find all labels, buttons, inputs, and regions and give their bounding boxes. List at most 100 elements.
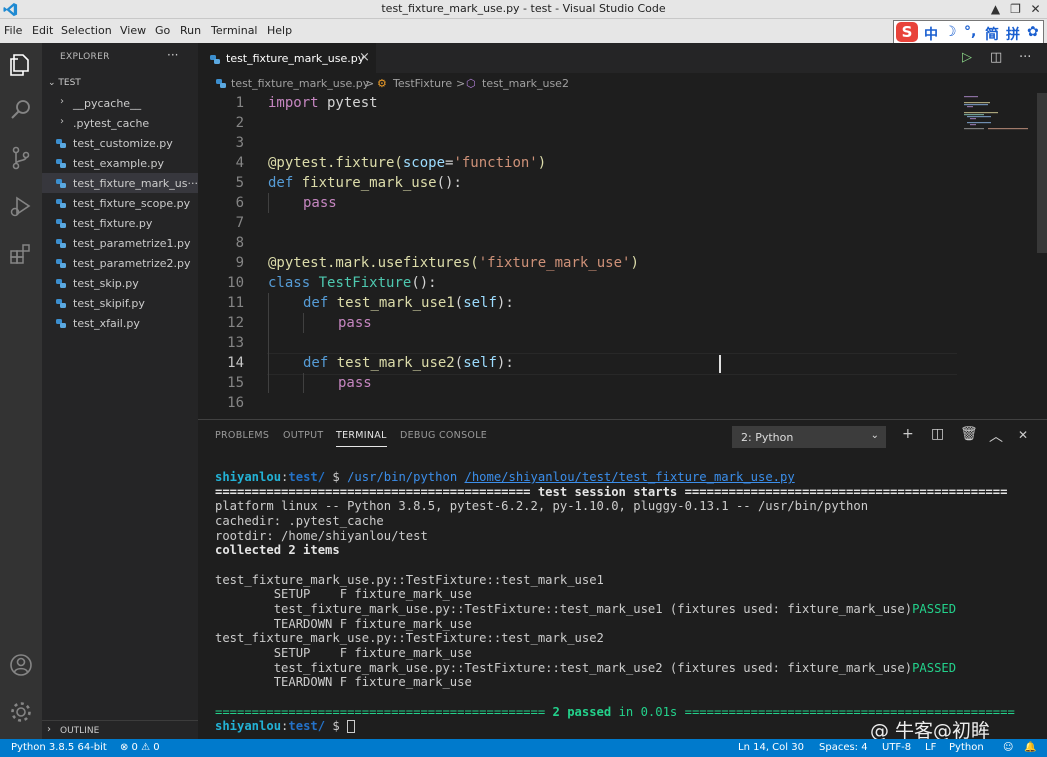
- ime-settings-icon[interactable]: ✿: [1027, 24, 1039, 40]
- menu-go[interactable]: Go: [155, 24, 170, 37]
- menu-terminal[interactable]: Terminal: [211, 24, 258, 37]
- close-window-icon[interactable]: ✕: [1027, 1, 1044, 18]
- terminal-select[interactable]: 2: Python ⌄: [732, 426, 886, 448]
- test-result-text: test_fixture_mark_use.py::TestFixture::t…: [215, 601, 913, 616]
- split-terminal-icon[interactable]: ◫: [931, 426, 944, 442]
- tree-file[interactable]: test_skip.py: [42, 273, 198, 293]
- split-editor-icon[interactable]: ◫: [990, 50, 1002, 65]
- breadcrumb-separator: >: [365, 77, 375, 90]
- encoding[interactable]: UTF-8: [882, 742, 911, 753]
- tree-file[interactable]: test_skipif.py: [42, 293, 198, 313]
- indent-guide: [303, 313, 304, 333]
- code-editor[interactable]: 1 2 3 4 5 6 7 8 9 10 11 12 13 14 15 16 i…: [198, 93, 1047, 419]
- sogou-logo-icon[interactable]: S: [896, 22, 918, 42]
- menu-selection[interactable]: Selection: [61, 24, 112, 37]
- breadcrumb-file[interactable]: test_fixture_mark_use.py: [231, 77, 369, 90]
- tree-file[interactable]: test_fixture.py: [42, 213, 198, 233]
- terminal-cursor: [347, 720, 356, 734]
- tab-debug-console[interactable]: DEBUG CONSOLE: [400, 430, 487, 441]
- ime-simplified[interactable]: 简: [985, 24, 999, 44]
- trash-icon[interactable]: 🗑: [960, 426, 978, 442]
- punctuation-icon[interactable]: °,: [964, 24, 976, 40]
- code-line: def test_mark_use1(self):: [303, 293, 514, 313]
- activity-bar: [0, 43, 42, 739]
- indent-guide: [268, 193, 269, 213]
- run-file-icon[interactable]: ▷: [962, 50, 972, 65]
- summary-time: in 0.01s: [611, 704, 685, 719]
- gear-icon[interactable]: [8, 699, 34, 725]
- language-mode[interactable]: Python: [949, 742, 984, 753]
- bell-icon[interactable]: 🔔: [1024, 742, 1036, 753]
- minimize-icon[interactable]: ▲: [987, 1, 1004, 18]
- tree-file[interactable]: test_parametrize1.py: [42, 233, 198, 253]
- search-icon[interactable]: [8, 97, 34, 123]
- indent-guide: [303, 373, 304, 393]
- menu-edit[interactable]: Edit: [32, 24, 53, 37]
- run-debug-icon[interactable]: [8, 193, 34, 219]
- close-panel-icon[interactable]: ✕: [1018, 428, 1028, 442]
- more-actions-icon[interactable]: ···: [167, 48, 178, 62]
- breadcrumb: test_fixture_mark_use.py > ⚙ TestFixture…: [198, 73, 1047, 93]
- minimap[interactable]: [960, 93, 1038, 153]
- code-token: ): [630, 255, 639, 271]
- terminal-line: test_fixture_mark_use.py::TestFixture::t…: [215, 602, 1045, 617]
- source-control-icon[interactable]: [8, 145, 34, 171]
- accounts-icon[interactable]: [8, 652, 34, 678]
- prompt-path: test/: [288, 719, 326, 734]
- outline-section[interactable]: › OUTLINE: [42, 720, 198, 739]
- tree-file[interactable]: test_example.py: [42, 153, 198, 173]
- menu-run[interactable]: Run: [180, 24, 201, 37]
- editor-scrollbar[interactable]: [1037, 93, 1047, 253]
- tab-terminal[interactable]: TERMINAL: [336, 430, 387, 447]
- end-of-line[interactable]: LF: [925, 742, 936, 753]
- problems-count[interactable]: ⊗ 0 ⚠ 0: [120, 742, 160, 753]
- file-label: test_parametrize1.py: [73, 237, 191, 250]
- breadcrumb-method[interactable]: test_mark_use2: [482, 77, 569, 90]
- code-token: self: [463, 355, 497, 371]
- tab-output[interactable]: OUTPUT: [283, 430, 324, 441]
- line-number: 2: [235, 115, 244, 131]
- prompt-dollar: $: [325, 719, 348, 734]
- terminal-line: test_fixture_mark_use.py::TestFixture::t…: [215, 661, 1045, 676]
- python-file-icon: [56, 179, 66, 188]
- menu-help[interactable]: Help: [267, 24, 292, 37]
- more-actions-icon[interactable]: ···: [1019, 50, 1031, 65]
- ime-pinyin[interactable]: 拼: [1006, 24, 1020, 44]
- tree-file-selected[interactable]: test_fixture_mark_us···: [42, 173, 198, 193]
- terminal-output[interactable]: shiyanlou:test/ $ /usr/bin/python /home/…: [215, 470, 1045, 734]
- extensions-icon[interactable]: [8, 241, 34, 267]
- tree-file[interactable]: test_fixture_scope.py: [42, 193, 198, 213]
- explorer-icon[interactable]: [8, 51, 34, 77]
- ime-chinese-mode[interactable]: 中: [924, 24, 938, 44]
- indentation[interactable]: Spaces: 4: [819, 742, 868, 753]
- maximize-panel-icon[interactable]: ︿: [989, 426, 1003, 446]
- tree-folder-pycache[interactable]: › __pycache__: [42, 93, 198, 113]
- tab-problems[interactable]: PROBLEMS: [215, 430, 269, 441]
- feedback-icon[interactable]: ☺: [1003, 742, 1013, 753]
- command-file-link[interactable]: /home/shiyanlou/test/test_fixture_mark_u…: [465, 470, 795, 484]
- workspace-root[interactable]: ⌄ TEST: [48, 78, 81, 88]
- python-interpreter[interactable]: Python 3.8.5 64-bit: [11, 742, 107, 753]
- tree-file[interactable]: test_parametrize2.py: [42, 253, 198, 273]
- ime-toolbar[interactable]: S 中 ☽ °, 简 拼 ✿: [893, 20, 1044, 44]
- restore-icon[interactable]: ❐: [1007, 1, 1024, 18]
- code-token: TestFixture: [318, 275, 412, 291]
- code-token: pass: [338, 315, 372, 331]
- moon-icon[interactable]: ☽: [944, 24, 957, 40]
- tab-test-fixture-mark-use[interactable]: test_fixture_mark_use.py ×: [198, 43, 376, 73]
- tree-file[interactable]: test_customize.py: [42, 133, 198, 153]
- tree-folder-pytest-cache[interactable]: › .pytest_cache: [42, 113, 198, 133]
- close-tab-icon[interactable]: ×: [359, 50, 370, 65]
- new-terminal-icon[interactable]: +: [902, 426, 914, 442]
- menu-view[interactable]: View: [120, 24, 146, 37]
- menu-file[interactable]: File: [4, 24, 22, 37]
- line-number: 8: [235, 235, 244, 251]
- terminal-line: shiyanlou:test/ $ /usr/bin/python /home/…: [215, 470, 1045, 485]
- terminal-select-value: 2: Python: [741, 431, 794, 444]
- breadcrumb-class[interactable]: TestFixture: [393, 77, 452, 90]
- tree-file[interactable]: test_xfail.py: [42, 313, 198, 333]
- cursor-position[interactable]: Ln 14, Col 30: [738, 742, 804, 753]
- code-line: pass: [303, 193, 337, 213]
